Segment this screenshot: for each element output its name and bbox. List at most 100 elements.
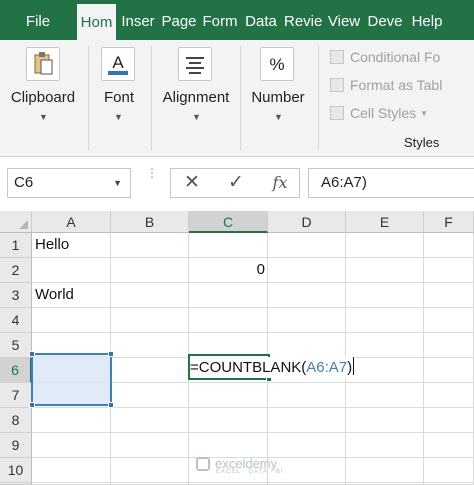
name-box[interactable]: C6 ▼ — [7, 168, 131, 198]
cell-f6[interactable] — [424, 358, 474, 383]
cell-d5[interactable] — [268, 333, 346, 358]
row-header-4[interactable]: 4 — [0, 308, 32, 333]
cell-c2[interactable]: 0 — [189, 258, 268, 283]
select-all-button[interactable] — [0, 211, 32, 233]
column-header-e[interactable]: E — [346, 211, 424, 233]
cell-a4[interactable] — [32, 308, 111, 333]
row-header-8[interactable]: 8 — [0, 408, 32, 433]
cell-f7[interactable] — [424, 383, 474, 408]
chevron-down-icon[interactable]: ▼ — [113, 169, 122, 197]
cell-b4[interactable] — [111, 308, 189, 333]
cell-b7[interactable] — [111, 383, 189, 408]
cell-a3[interactable]: World — [32, 283, 111, 308]
insert-function-icon[interactable]: fx — [265, 169, 295, 197]
cell-styles-icon — [330, 106, 344, 120]
cell-e9[interactable] — [346, 433, 424, 458]
cell-f10[interactable] — [424, 458, 474, 483]
column-header-d[interactable]: D — [268, 211, 346, 233]
range-handle[interactable] — [108, 402, 114, 408]
cell-c9[interactable] — [189, 433, 268, 458]
cell-b9[interactable] — [111, 433, 189, 458]
chevron-down-icon: ▼ — [114, 112, 123, 122]
range-handle[interactable] — [108, 351, 114, 357]
alignment-group[interactable]: Alignment ▼ — [152, 40, 240, 157]
tab-developer[interactable]: Deve — [366, 0, 404, 40]
cell-d7[interactable] — [268, 383, 346, 408]
cell-d9[interactable] — [268, 433, 346, 458]
cell-f9[interactable] — [424, 433, 474, 458]
tab-formulas[interactable]: Form — [201, 0, 239, 40]
cell-c3[interactable] — [189, 283, 268, 308]
number-group[interactable]: % Number ▼ — [241, 40, 317, 157]
cell-d3[interactable] — [268, 283, 346, 308]
cell-e1[interactable] — [346, 233, 424, 258]
font-group[interactable]: A Font ▼ — [89, 40, 151, 157]
cell-a9[interactable] — [32, 433, 111, 458]
cell-d1[interactable] — [268, 233, 346, 258]
formula-input[interactable]: A6:A7) — [308, 168, 474, 198]
clipboard-group[interactable]: Clipboard ▼ — [0, 40, 88, 157]
cell-e10[interactable] — [346, 458, 424, 483]
cell-b1[interactable] — [111, 233, 189, 258]
enter-icon[interactable]: ✓ — [221, 169, 251, 197]
tab-review[interactable]: Revie — [284, 0, 322, 40]
cell-editor[interactable]: =COUNTBLANK(A6:A7) — [190, 357, 357, 378]
cell-d2[interactable] — [268, 258, 346, 283]
range-handle[interactable] — [29, 351, 35, 357]
cell-b3[interactable] — [111, 283, 189, 308]
cell-a8[interactable] — [32, 408, 111, 433]
cell-f8[interactable] — [424, 408, 474, 433]
cell-c4[interactable] — [189, 308, 268, 333]
column-header-b[interactable]: B — [111, 211, 189, 233]
cell-styles-button[interactable]: Cell Styles ▼ — [330, 105, 474, 127]
format-as-table-button[interactable]: Format as Tabl — [330, 77, 474, 99]
cell-f5[interactable] — [424, 333, 474, 358]
cell-e8[interactable] — [346, 408, 424, 433]
row-header-10[interactable]: 10 — [0, 458, 32, 483]
tab-data[interactable]: Data — [242, 0, 280, 40]
column-header-a[interactable]: A — [32, 211, 111, 233]
cell-b2[interactable] — [111, 258, 189, 283]
cell-c8[interactable] — [189, 408, 268, 433]
cell-e4[interactable] — [346, 308, 424, 333]
cell-e6[interactable] — [346, 358, 424, 383]
tab-view[interactable]: View — [325, 0, 363, 40]
tab-insert[interactable]: Inser — [119, 0, 157, 40]
column-header-c[interactable]: C — [189, 211, 268, 233]
cell-a1[interactable]: Hello — [32, 233, 111, 258]
cell-e5[interactable] — [346, 333, 424, 358]
conditional-formatting-button[interactable]: Conditional Fo — [330, 49, 474, 71]
cell-e3[interactable] — [346, 283, 424, 308]
cell-f1[interactable] — [424, 233, 474, 258]
cell-f4[interactable] — [424, 308, 474, 333]
cell-c7[interactable] — [189, 383, 268, 408]
row-header-7[interactable]: 7 — [0, 383, 32, 408]
column-header-f[interactable]: F — [424, 211, 474, 233]
row-header-1[interactable]: 1 — [0, 233, 32, 258]
tab-home[interactable]: Hom — [77, 4, 116, 40]
cell-a2[interactable] — [32, 258, 111, 283]
row-header-9[interactable]: 9 — [0, 433, 32, 458]
row-header-3[interactable]: 3 — [0, 283, 32, 308]
cancel-icon[interactable]: ✕ — [177, 169, 207, 197]
row-header-5[interactable]: 5 — [0, 333, 32, 358]
cell-c1[interactable] — [189, 233, 268, 258]
cell-d4[interactable] — [268, 308, 346, 333]
row-header-2[interactable]: 2 — [0, 258, 32, 283]
cell-b8[interactable] — [111, 408, 189, 433]
range-handle[interactable] — [29, 402, 35, 408]
tab-page-layout[interactable]: Page — [160, 0, 198, 40]
cell-b5[interactable] — [111, 333, 189, 358]
tab-help[interactable]: Help — [407, 0, 447, 40]
cell-b6[interactable] — [111, 358, 189, 383]
cell-f3[interactable] — [424, 283, 474, 308]
tab-file[interactable]: File — [0, 0, 76, 40]
row-header-6[interactable]: 6 — [0, 358, 32, 383]
cell-e7[interactable] — [346, 383, 424, 408]
cell-a10[interactable] — [32, 458, 111, 483]
cell-e2[interactable] — [346, 258, 424, 283]
resize-handle-icon[interactable]: ⋮ — [146, 167, 158, 179]
cell-f2[interactable] — [424, 258, 474, 283]
cell-d8[interactable] — [268, 408, 346, 433]
cell-b10[interactable] — [111, 458, 189, 483]
